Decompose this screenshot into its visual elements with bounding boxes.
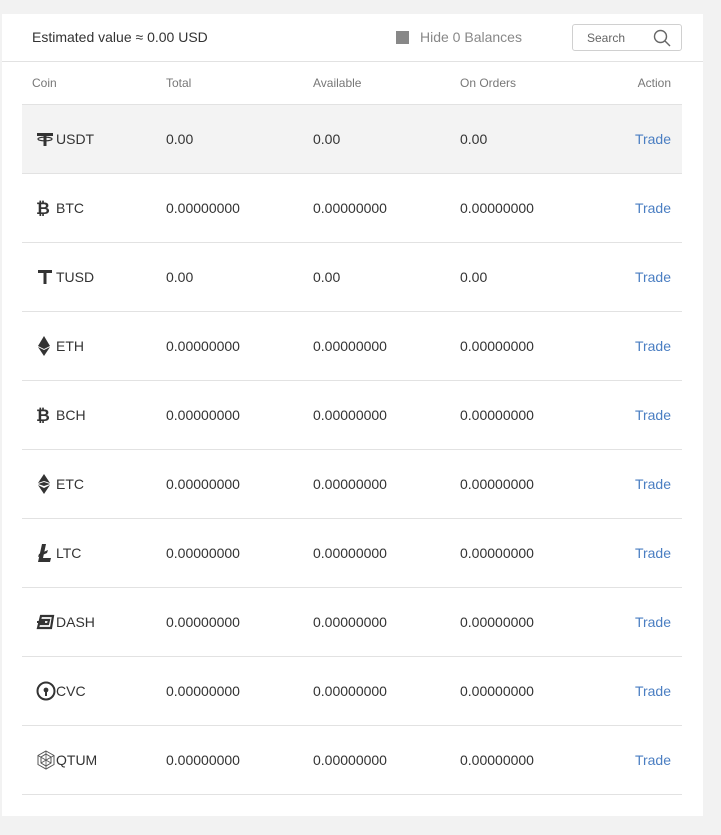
- total-value: 0.00000000: [166, 476, 240, 492]
- coin-cell: QTUM: [36, 749, 97, 771]
- balances-toolbar: Estimated value ≈ 0.00 USD Hide 0 Balanc…: [2, 14, 703, 62]
- available-value: 0.00: [313, 269, 341, 285]
- search-icon[interactable]: [653, 29, 671, 47]
- coin-symbol: QTUM: [56, 752, 98, 768]
- table-row: DASH 0.00000000 0.00000000 0.00000000 Tr…: [22, 588, 682, 657]
- on-orders-value: 0.00000000: [460, 338, 534, 354]
- table-row: LTC 0.00000000 0.00000000 0.00000000 Tra…: [22, 519, 682, 588]
- search-box[interactable]: [572, 24, 682, 51]
- coin-cell: USDT: [36, 128, 94, 150]
- available-value: 0.00000000: [313, 407, 387, 423]
- table-row: ₿ BTC 0.00000000 0.00000000 0.00000000 T…: [22, 174, 682, 243]
- table-row: ETH 0.00000000 0.00000000 0.00000000 Tra…: [22, 312, 682, 381]
- coin-symbol: TUSD: [56, 269, 95, 285]
- total-value: 0.00000000: [166, 752, 240, 768]
- available-value: 0.00000000: [313, 476, 387, 492]
- on-orders-value: 0.00000000: [460, 752, 534, 768]
- coin-symbol: LTC: [56, 545, 82, 561]
- column-header-coin[interactable]: Coin: [32, 76, 57, 90]
- column-header-available[interactable]: Available: [313, 76, 361, 90]
- available-value: 0.00: [313, 131, 341, 147]
- on-orders-value: 0.00000000: [460, 545, 534, 561]
- coin-cell: TUSD: [36, 266, 94, 288]
- total-value: 0.00: [166, 269, 194, 285]
- coin-cell: ETH: [36, 335, 84, 357]
- total-value: 0.00000000: [166, 407, 240, 423]
- hide-zero-label: Hide 0 Balances: [420, 29, 522, 45]
- table-row: TUSD 0.00 0.00 0.00 Trade: [22, 243, 682, 312]
- on-orders-value: 0.00000000: [460, 200, 534, 216]
- trade-link[interactable]: Trade: [635, 476, 671, 492]
- on-orders-value: 0.00: [460, 131, 488, 147]
- table-row: QTUM 0.00000000 0.00000000 0.00000000 Tr…: [22, 726, 682, 795]
- table-row: USDT 0.00 0.00 0.00 Trade: [22, 105, 682, 174]
- trade-link[interactable]: Trade: [635, 752, 671, 768]
- total-value: 0.00: [166, 131, 194, 147]
- litecoin-icon: [36, 542, 56, 564]
- available-value: 0.00000000: [313, 200, 387, 216]
- trade-link[interactable]: Trade: [635, 683, 671, 699]
- table-row: CVC 0.00000000 0.00000000 0.00000000 Tra…: [22, 657, 682, 726]
- on-orders-value: 0.00: [460, 269, 488, 285]
- svg-text:₿: ₿: [36, 406, 50, 425]
- coin-symbol: BCH: [56, 407, 86, 423]
- available-value: 0.00000000: [313, 545, 387, 561]
- qtum-icon: [36, 749, 56, 771]
- coin-cell: ₿ BCH: [36, 404, 86, 426]
- svg-text:₿: ₿: [36, 199, 50, 218]
- trade-link[interactable]: Trade: [635, 269, 671, 285]
- total-value: 0.00000000: [166, 683, 240, 699]
- available-value: 0.00000000: [313, 614, 387, 630]
- coin-symbol: ETH: [56, 338, 84, 354]
- on-orders-value: 0.00000000: [460, 614, 534, 630]
- trueusd-icon: [36, 266, 56, 288]
- hide-zero-balances-toggle[interactable]: Hide 0 Balances: [396, 29, 522, 45]
- total-value: 0.00000000: [166, 545, 240, 561]
- trade-link[interactable]: Trade: [635, 407, 671, 423]
- available-value: 0.00000000: [313, 752, 387, 768]
- coin-symbol: CVC: [56, 683, 86, 699]
- table-header: Coin Total Available On Orders Action: [22, 62, 682, 105]
- bitcoin-cash-icon: ₿: [36, 404, 56, 426]
- trade-link[interactable]: Trade: [635, 200, 671, 216]
- hide-zero-checkbox[interactable]: [396, 30, 409, 44]
- available-value: 0.00000000: [313, 338, 387, 354]
- total-value: 0.00000000: [166, 200, 240, 216]
- column-header-total[interactable]: Total: [166, 76, 191, 90]
- coin-cell: LTC: [36, 542, 81, 564]
- balances-panel: Estimated value ≈ 0.00 USD Hide 0 Balanc…: [2, 14, 703, 816]
- total-value: 0.00000000: [166, 338, 240, 354]
- ethereum-classic-icon: [36, 473, 56, 495]
- tether-icon: [36, 128, 56, 150]
- dash-icon: [36, 611, 56, 633]
- trade-link[interactable]: Trade: [635, 614, 671, 630]
- coin-cell: DASH: [36, 611, 95, 633]
- column-header-on-orders[interactable]: On Orders: [460, 76, 516, 90]
- table-row: ETC 0.00000000 0.00000000 0.00000000 Tra…: [22, 450, 682, 519]
- coin-symbol: DASH: [56, 614, 95, 630]
- column-header-action: Action: [637, 76, 671, 90]
- trade-link[interactable]: Trade: [635, 131, 671, 147]
- total-value: 0.00000000: [166, 614, 240, 630]
- bitcoin-icon: ₿: [36, 197, 56, 219]
- search-input[interactable]: [587, 30, 659, 45]
- coin-cell: ₿ BTC: [36, 197, 84, 219]
- coin-cell: CVC: [36, 680, 86, 702]
- trade-link[interactable]: Trade: [635, 338, 671, 354]
- on-orders-value: 0.00000000: [460, 407, 534, 423]
- civic-icon: [36, 680, 56, 702]
- trade-link[interactable]: Trade: [635, 545, 671, 561]
- coin-symbol: USDT: [56, 131, 95, 147]
- estimated-value: Estimated value ≈ 0.00 USD: [32, 29, 208, 45]
- coin-symbol: BTC: [56, 200, 84, 216]
- coin-cell: ETC: [36, 473, 84, 495]
- balances-table: Coin Total Available On Orders Action US…: [22, 62, 682, 795]
- ethereum-icon: [36, 335, 56, 357]
- table-row: ₿ BCH 0.00000000 0.00000000 0.00000000 T…: [22, 381, 682, 450]
- available-value: 0.00000000: [313, 683, 387, 699]
- coin-symbol: ETC: [56, 476, 84, 492]
- on-orders-value: 0.00000000: [460, 476, 534, 492]
- on-orders-value: 0.00000000: [460, 683, 534, 699]
